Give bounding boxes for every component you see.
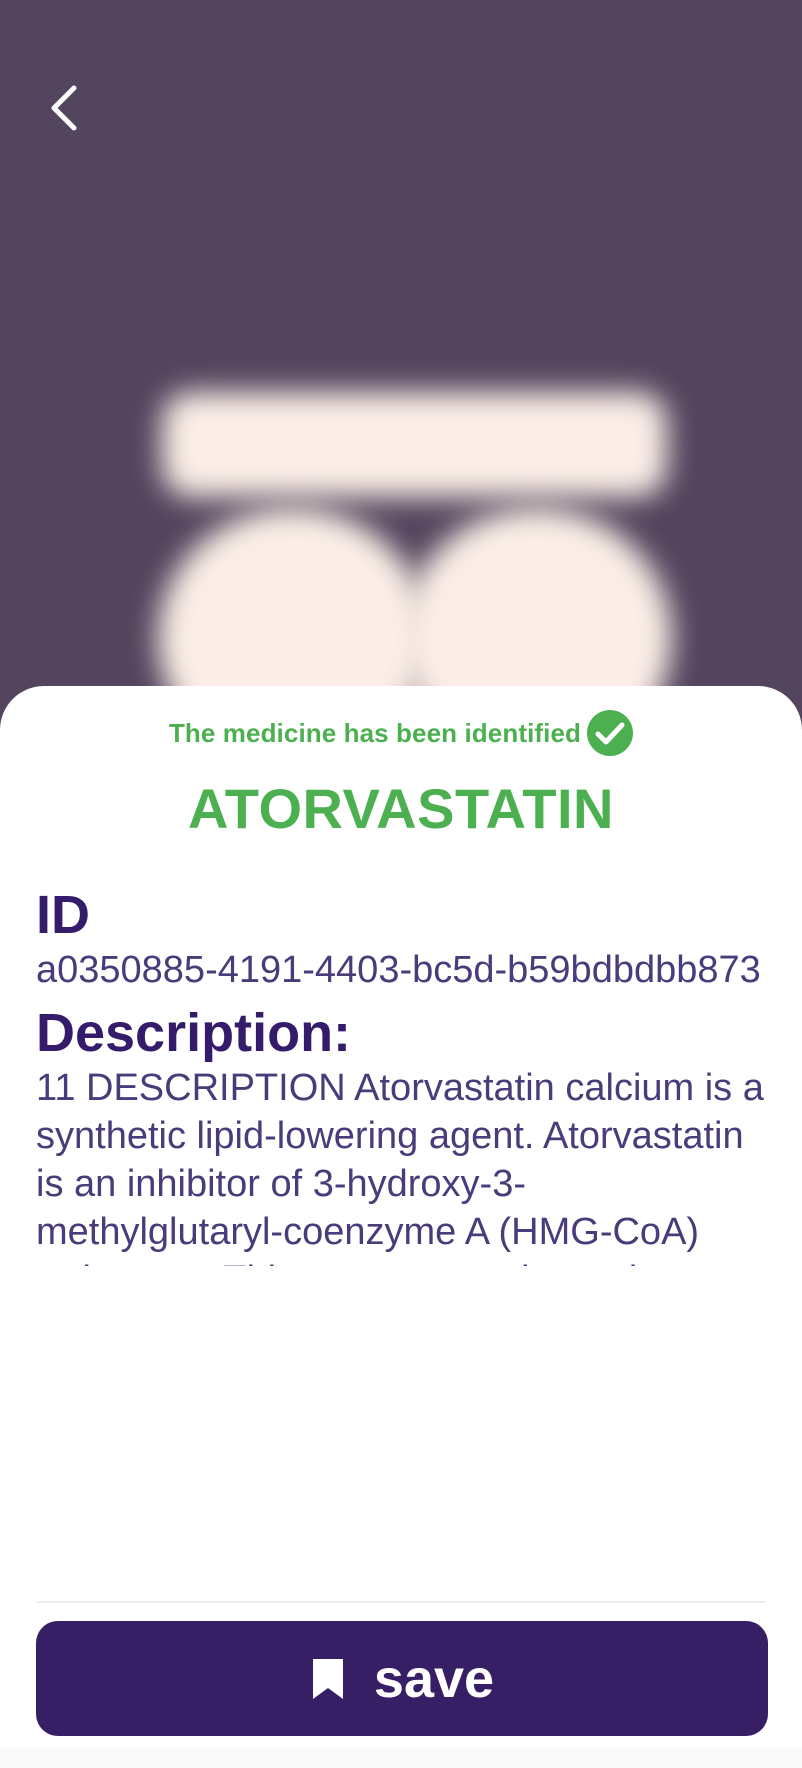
id-label: ID [36,885,90,945]
divider [36,1601,766,1603]
detail-sheet: The medicine has been identified ATORVAS… [0,686,802,1768]
save-label: save [373,1648,495,1709]
medicine-detail-screen: The medicine has been identified ATORVAS… [0,0,802,1768]
check-circle-icon [587,710,634,756]
bookmark-icon [312,1658,343,1699]
back-button[interactable] [36,76,92,140]
chevron-left-icon [51,85,77,131]
id-value: a0350885-4191-4403-bc5d-b59bdbdbb873 [36,949,761,991]
identification-status: The medicine has been identified [0,710,802,756]
system-bottom-bar [0,1748,802,1768]
medicine-name: ATORVASTATIN [188,777,614,840]
pill-bar-shape [162,392,667,497]
save-button[interactable]: save [36,1621,768,1736]
medicine-photo [0,0,802,720]
description-label: Description: [36,1003,352,1063]
identification-status-text: The medicine has been identified [168,717,582,748]
details-scroll-area[interactable]: ID a0350885-4191-4403-bc5d-b59bdbdbb873 … [36,884,766,1266]
description-value: 11 DESCRIPTION Atorvastatin calcium is a… [36,1067,764,1266]
